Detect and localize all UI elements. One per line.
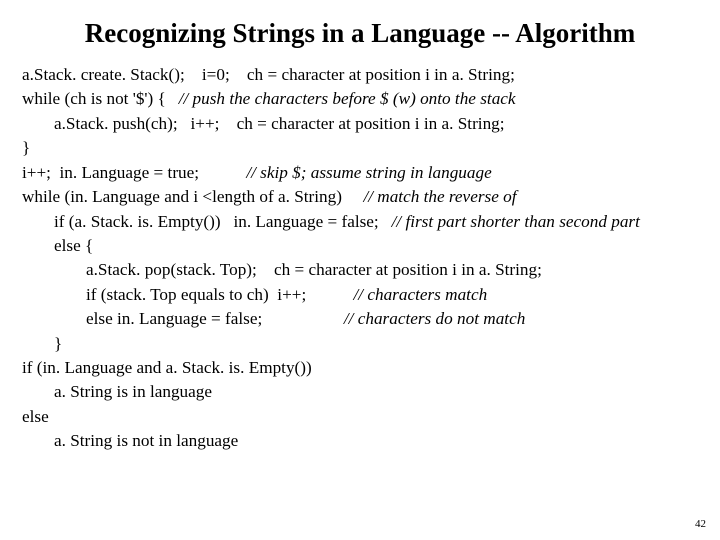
code-text: a.Stack. create. Stack(); i=0; ch = char… xyxy=(22,65,515,84)
code-line: a.Stack. push(ch); i++; ch = character a… xyxy=(22,112,698,136)
code-line: a. String is not in language xyxy=(22,429,698,453)
code-line: i++; in. Language = true; // skip $; ass… xyxy=(22,161,698,185)
page-number: 42 xyxy=(695,518,706,530)
code-text: a.Stack. pop(stack. Top); ch = character… xyxy=(86,260,542,279)
code-line: } xyxy=(22,136,698,160)
code-text: while (in. Language and i <length of a. … xyxy=(22,187,363,206)
code-text: a. String is not in language xyxy=(54,431,238,450)
code-text: else in. Language = false; xyxy=(86,309,344,328)
slide-title: Recognizing Strings in a Language -- Alg… xyxy=(22,18,698,49)
comment-text: // skip $; assume string in language xyxy=(246,163,491,182)
code-text: else { xyxy=(54,236,93,255)
code-text: a. String is in language xyxy=(54,382,212,401)
comment-text: // characters match xyxy=(354,285,488,304)
algorithm-body: a.Stack. create. Stack(); i=0; ch = char… xyxy=(22,63,698,454)
code-text: else xyxy=(22,407,49,426)
code-text: } xyxy=(22,138,30,157)
code-text: if (stack. Top equals to ch) i++; xyxy=(86,285,354,304)
code-line: } xyxy=(22,332,698,356)
code-line: if (stack. Top equals to ch) i++; // cha… xyxy=(22,283,698,307)
code-line: if (a. Stack. is. Empty()) in. Language … xyxy=(22,210,698,234)
code-text: while (ch is not '$') { xyxy=(22,89,179,108)
code-text: a.Stack. push(ch); i++; ch = character a… xyxy=(54,114,505,133)
comment-text: // characters do not match xyxy=(344,309,525,328)
code-line: if (in. Language and a. Stack. is. Empty… xyxy=(22,356,698,380)
comment-text: // first part shorter than second part xyxy=(392,212,640,231)
code-text: if (in. Language and a. Stack. is. Empty… xyxy=(22,358,312,377)
code-line: a.Stack. create. Stack(); i=0; ch = char… xyxy=(22,63,698,87)
comment-text: // push the characters before $ (w) onto… xyxy=(179,89,516,108)
code-text: } xyxy=(54,334,62,353)
code-line: a. String is in language xyxy=(22,380,698,404)
code-line: else xyxy=(22,405,698,429)
code-text: i++; in. Language = true; xyxy=(22,163,246,182)
code-line: a.Stack. pop(stack. Top); ch = character… xyxy=(22,258,698,282)
code-line: while (ch is not '$') { // push the char… xyxy=(22,87,698,111)
code-line: while (in. Language and i <length of a. … xyxy=(22,185,698,209)
code-line: else { xyxy=(22,234,698,258)
code-text: if (a. Stack. is. Empty()) in. Language … xyxy=(54,212,392,231)
code-line: else in. Language = false; // characters… xyxy=(22,307,698,331)
comment-text: // match the reverse of xyxy=(363,187,516,206)
